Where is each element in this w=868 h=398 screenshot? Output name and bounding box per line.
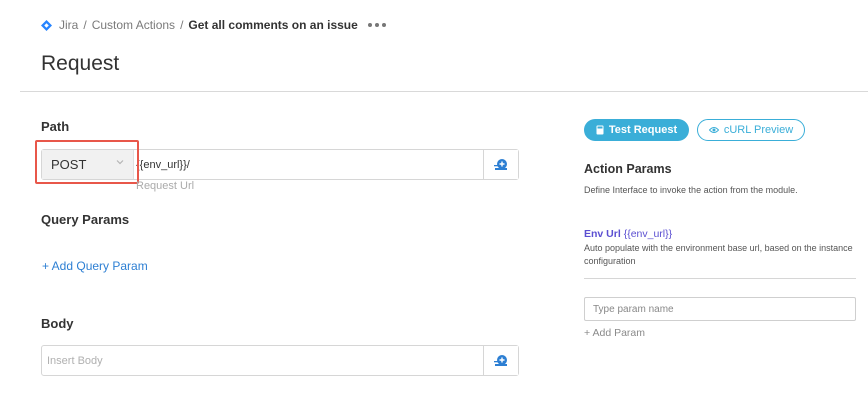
curl-preview-button[interactable]: cURL Preview bbox=[697, 119, 805, 141]
query-params-label: Query Params bbox=[41, 212, 130, 227]
breadcrumb: Jira / Custom Actions / Get all comments… bbox=[41, 17, 386, 33]
title-divider bbox=[20, 91, 868, 92]
env-url-param-variable: {{env_url}} bbox=[623, 228, 673, 240]
add-variable-icon bbox=[494, 158, 507, 170]
url-add-variable-button[interactable] bbox=[483, 150, 518, 179]
breadcrumb-separator: / bbox=[83, 18, 87, 32]
more-options-icon[interactable] bbox=[367, 17, 386, 33]
test-request-button[interactable]: Test Request bbox=[584, 119, 689, 141]
test-request-label: Test Request bbox=[608, 124, 678, 136]
eye-icon bbox=[708, 127, 719, 133]
breadcrumb-custom-actions-link[interactable]: Custom Actions bbox=[92, 18, 175, 32]
action-params-description: Define Interface to invoke the action fr… bbox=[584, 185, 798, 195]
jira-icon bbox=[41, 19, 52, 31]
request-url-hint: Request Url bbox=[136, 180, 195, 192]
body-field-group bbox=[41, 345, 519, 376]
body-input[interactable] bbox=[47, 346, 477, 375]
method-highlight-box bbox=[35, 140, 139, 184]
action-params-divider bbox=[584, 278, 856, 279]
body-label: Body bbox=[41, 316, 74, 331]
request-url-input[interactable] bbox=[136, 150, 480, 179]
curl-preview-label: cURL Preview bbox=[723, 124, 794, 136]
breadcrumb-separator: / bbox=[180, 18, 184, 32]
path-label: Path bbox=[41, 119, 70, 134]
env-url-param[interactable]: Env Url {{env_url}} bbox=[584, 228, 672, 240]
env-url-param-name: Env Url bbox=[584, 228, 621, 240]
add-param-link[interactable]: + Add Param bbox=[584, 327, 645, 339]
param-name-input[interactable] bbox=[584, 297, 856, 321]
body-add-variable-button[interactable] bbox=[483, 346, 518, 375]
breadcrumb-current: Get all comments on an issue bbox=[188, 18, 358, 32]
add-query-param-link[interactable]: + Add Query Param bbox=[42, 259, 148, 273]
env-url-param-description: Auto populate with the environment base … bbox=[584, 243, 853, 266]
page-title: Request bbox=[41, 52, 120, 75]
breadcrumb-jira-link[interactable]: Jira bbox=[59, 18, 78, 32]
calculator-icon bbox=[596, 125, 604, 135]
add-variable-icon bbox=[494, 354, 507, 366]
action-params-title: Action Params bbox=[584, 162, 672, 176]
